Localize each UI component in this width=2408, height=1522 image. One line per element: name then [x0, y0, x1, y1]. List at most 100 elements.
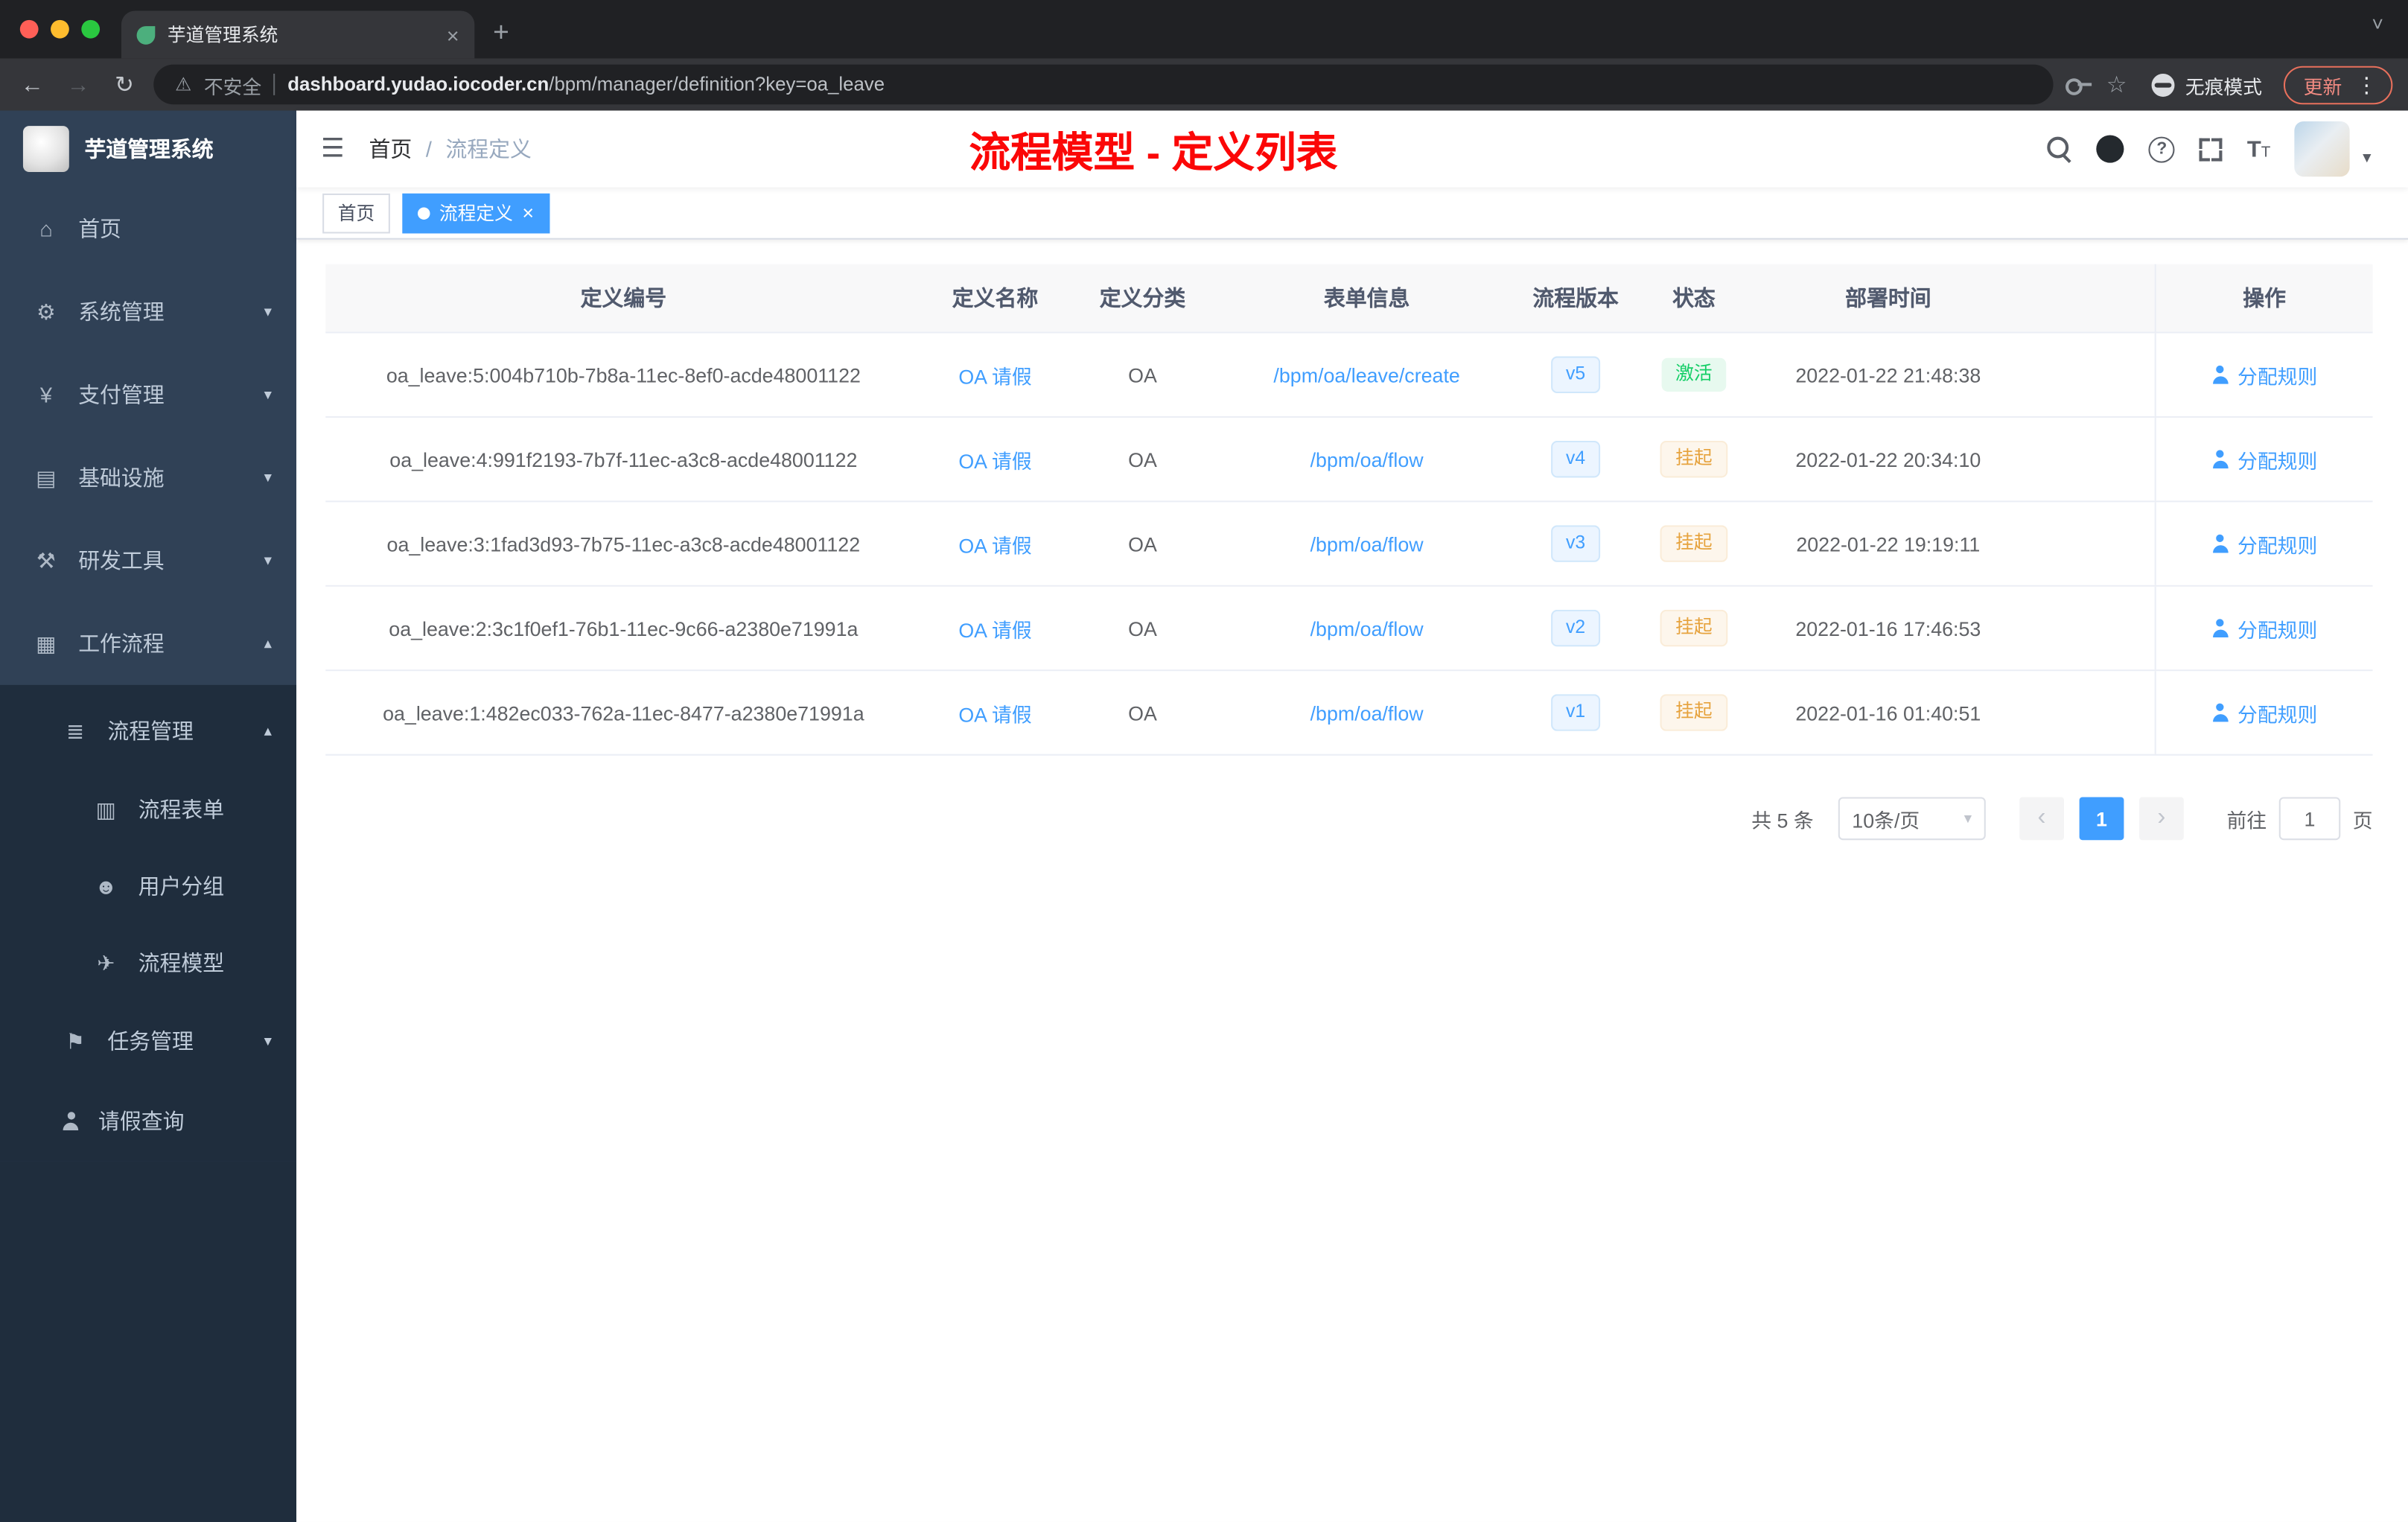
col-form-info: 表单信息: [1323, 285, 1410, 311]
help-icon[interactable]: ?: [2148, 136, 2175, 162]
sidebar-item-label: 任务管理: [107, 1028, 194, 1054]
url-path: /bpm/manager/definition?key=oa_leave: [549, 74, 885, 95]
address-bar[interactable]: ⚠ 不安全 dashboard.yudao.iocoder.cn/bpm/man…: [153, 64, 2053, 105]
sidebar-item-label: 支付管理: [78, 382, 165, 407]
col-status: 状态: [1672, 285, 1716, 311]
actions-cell: 分配规则: [2154, 333, 2373, 416]
table-row: oa_leave:4:991f2193-7b7f-11ec-a3c8-acde4…: [325, 418, 2373, 503]
forward-icon[interactable]: →: [62, 71, 95, 98]
definition-name-link[interactable]: OA 请假: [958, 534, 1031, 557]
table-row: oa_leave:1:482ec033-762a-11ec-8477-a2380…: [325, 671, 2373, 756]
status-badge: 挂起: [1660, 525, 1728, 562]
prev-page-button[interactable]: ‹: [2019, 797, 2064, 841]
definition-name-link[interactable]: OA 请假: [958, 703, 1031, 726]
form-link[interactable]: /bpm/oa/flow: [1310, 617, 1424, 640]
definition-name-link[interactable]: OA 请假: [958, 365, 1031, 388]
new-tab-button[interactable]: +: [493, 17, 509, 49]
avatar-caret-icon[interactable]: ▾: [2363, 147, 2371, 168]
browser-menu-dots-icon[interactable]: ⋮: [2356, 71, 2377, 98]
text-size-icon[interactable]: TT: [2247, 136, 2271, 162]
sidebar-item-process-manage[interactable]: ≣ 流程管理 ▴: [0, 691, 296, 771]
version-badge: v4: [1550, 441, 1601, 478]
version-cell: v3: [1517, 525, 1634, 562]
person-icon: [2211, 365, 2230, 384]
tag-label: 流程定义: [439, 203, 513, 225]
sidebar-item-process-form[interactable]: ▥ 流程表单: [0, 771, 296, 847]
assign-rule-link[interactable]: 分配规则: [2237, 698, 2317, 727]
sidebar-item-task-manage[interactable]: ⚑ 任务管理 ▾: [0, 1002, 296, 1081]
sidebar-item-leave-query[interactable]: 请假查询: [0, 1081, 296, 1161]
version-badge: v3: [1550, 525, 1601, 562]
tags-view: 首页 流程定义 ×: [296, 187, 2408, 240]
site-favicon-icon: [136, 25, 156, 44]
definition-name-link[interactable]: OA 请假: [958, 449, 1031, 472]
update-button[interactable]: 更新 ⋮: [2283, 65, 2393, 104]
page-1-button[interactable]: 1: [2079, 797, 2124, 841]
minimize-window-button[interactable]: [51, 19, 69, 39]
security-label[interactable]: 不安全: [204, 70, 261, 99]
chevron-down-icon: ▾: [264, 303, 273, 321]
page-size-select[interactable]: 10条/页 ▾: [1838, 797, 1986, 841]
tag-item[interactable]: 首页: [322, 192, 390, 233]
sidebar-item-home[interactable]: ⌂ 首页: [0, 188, 296, 270]
sidebar: 芋道管理系统 ⌂ 首页 ⚙ 系统管理 ▾ ¥ 支付管理 ▾ ▤ 基础设施 ▾ ⚒ 研发工具 ▾ ▦ 工作流程 ▴…: [0, 110, 297, 1522]
sidebar-item-workflow[interactable]: ▦ 工作流程 ▴: [0, 602, 296, 685]
breadcrumb-home[interactable]: 首页: [369, 133, 413, 164]
form-link[interactable]: /bpm/oa/flow: [1310, 532, 1424, 555]
col-deploy-time: 部署时间: [1845, 285, 1931, 311]
sidebar-item-label: 基础设施: [78, 465, 165, 490]
close-window-button[interactable]: [19, 19, 39, 39]
bookmark-star-icon[interactable]: ☆: [2106, 71, 2127, 98]
sidebar-item-infrastructure[interactable]: ▤ 基础设施 ▾: [0, 436, 296, 519]
form-link[interactable]: /bpm/oa/flow: [1310, 448, 1424, 471]
sidebar-item-payment[interactable]: ¥ 支付管理 ▾: [0, 353, 296, 436]
definition-table: 定义编号 定义名称 定义分类 表单信息 流程版本 状态 部署时间 操作 oa_l…: [325, 264, 2373, 756]
password-key-icon[interactable]: [2065, 72, 2092, 97]
assign-rule-link[interactable]: 分配规则: [2237, 360, 2317, 389]
next-page-button[interactable]: ›: [2138, 797, 2184, 841]
fullscreen-icon[interactable]: [2199, 137, 2223, 161]
status-cell: 挂起: [1634, 441, 1754, 478]
form-link[interactable]: /bpm/oa/flow: [1310, 701, 1424, 725]
tab-close-icon[interactable]: ×: [447, 22, 459, 47]
user-avatar[interactable]: [2295, 121, 2351, 177]
tab-title: 芋道管理系统: [167, 25, 278, 46]
assign-rule-link[interactable]: 分配规则: [2237, 614, 2317, 643]
tab-search-chevron-icon[interactable]: ˅: [2372, 13, 2383, 36]
browser-tabstrip: 芋道管理系统 × + ˅: [0, 0, 2408, 59]
status-badge: 激活: [1661, 357, 1727, 392]
github-icon[interactable]: [2096, 135, 2124, 163]
goto-page-input[interactable]: [2278, 797, 2341, 841]
col-actions: 操作: [2154, 264, 2373, 332]
person-icon: [2211, 534, 2230, 553]
status-badge: 挂起: [1660, 441, 1728, 478]
sidebar-item-devtools[interactable]: ⚒ 研发工具 ▾: [0, 519, 296, 602]
browser-tab[interactable]: 芋道管理系统 ×: [121, 10, 475, 59]
workflow-icon: ▦: [36, 630, 57, 655]
sidebar-item-user-group[interactable]: ☻ 用户分组: [0, 848, 296, 925]
back-icon[interactable]: ←: [16, 71, 49, 98]
tag-active[interactable]: 流程定义 ×: [402, 192, 550, 233]
reload-icon[interactable]: ↻: [107, 71, 141, 98]
search-icon[interactable]: [2047, 136, 2072, 162]
question-glyph: ?: [2156, 139, 2167, 159]
form-link[interactable]: /bpm/oa/leave/create: [1273, 363, 1459, 386]
yen-icon: ¥: [39, 382, 52, 407]
sidebar-item-label: 研发工具: [78, 548, 165, 573]
sidebar-item-process-model[interactable]: ✈ 流程模型: [0, 925, 296, 1002]
gear-icon: ⚙: [36, 299, 56, 324]
breadcrumb-current: 流程定义: [445, 136, 532, 162]
sidebar-item-system[interactable]: ⚙ 系统管理 ▾: [0, 270, 296, 353]
hamburger-icon[interactable]: ☰: [296, 133, 369, 164]
definition-name-link[interactable]: OA 请假: [958, 618, 1031, 641]
assign-rule-link[interactable]: 分配规则: [2237, 445, 2317, 474]
definition-id: oa_leave:4:991f2193-7b7f-11ec-a3c8-acde4…: [389, 448, 858, 471]
zoom-window-button[interactable]: [81, 19, 101, 39]
definition-category: OA: [1128, 448, 1157, 471]
definition-id: oa_leave:5:004b710b-7b8a-11ec-8ef0-acde4…: [386, 363, 861, 386]
app-logo[interactable]: 芋道管理系统: [0, 111, 296, 188]
person-icon: [2211, 703, 2230, 722]
assign-rule-link[interactable]: 分配规则: [2237, 529, 2317, 558]
definition-category: OA: [1128, 532, 1157, 555]
tag-close-icon[interactable]: ×: [522, 201, 534, 224]
